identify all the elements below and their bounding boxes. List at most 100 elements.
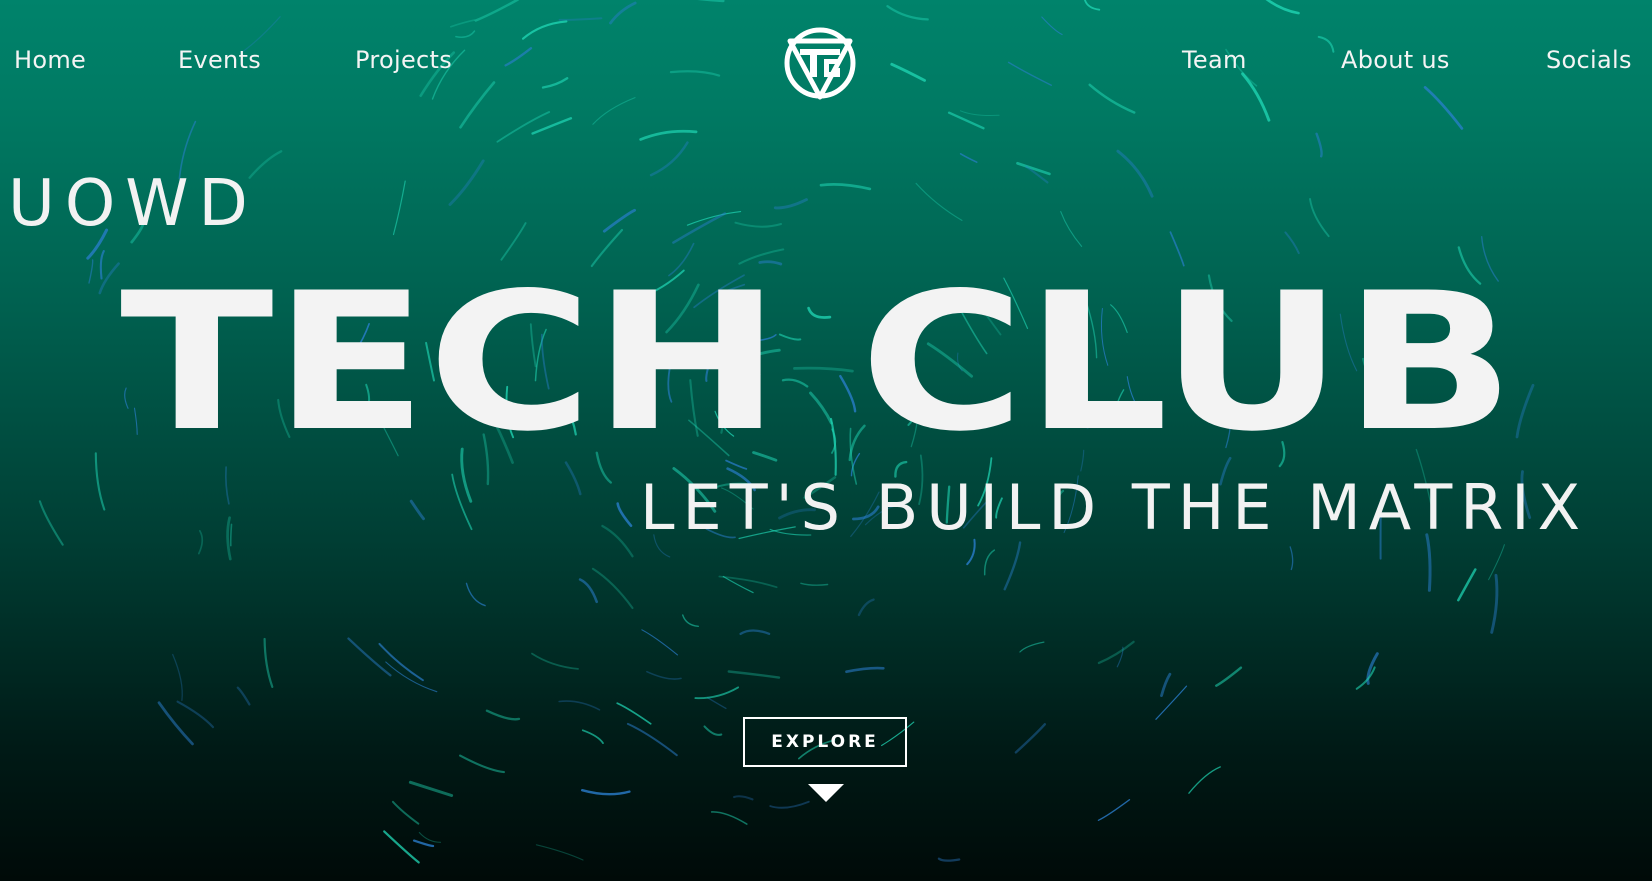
light-streak [459,754,505,774]
light-streak [959,153,978,163]
light-streak [88,259,94,284]
light-streak [718,575,778,589]
light-streak [725,459,748,470]
light-streak [641,629,679,656]
light-streak [857,598,875,617]
hero-section: Home Events Projects Team About us Socia… [0,0,1652,881]
light-streak [226,516,232,561]
light-streak [392,180,406,236]
light-streak [578,578,598,604]
light-streak [1366,652,1379,685]
light-streak [1309,197,1330,238]
light-streak [465,582,486,607]
nav-about-link[interactable]: About us [1341,46,1450,74]
hero-prefix: UOWD [8,167,258,241]
light-streak [649,141,689,177]
light-streak [1019,641,1045,653]
light-streak [710,811,748,825]
hero-title: TECH CLUB [120,258,1515,448]
light-streak [157,701,194,746]
light-streak [727,670,781,679]
light-streak [197,529,204,555]
light-streak [626,722,678,757]
light-streak [496,111,551,143]
light-streak [1080,449,1085,472]
light-streak [646,670,682,680]
light-streak [460,447,473,503]
light-streak [504,47,533,67]
light-streak [1097,799,1131,821]
light-streak [1317,35,1335,53]
light-streak [639,129,698,141]
light-streak [1003,541,1022,591]
light-streak [172,653,183,701]
light-streak [455,30,476,38]
light-streak [669,70,721,77]
light-streak [609,1,637,25]
light-streak [229,523,233,547]
light-streak [236,686,251,706]
light-streak [703,725,723,736]
light-streak [1160,672,1172,697]
light-streak [1041,16,1063,36]
light-streak [937,857,961,862]
light-streak [890,62,926,82]
light-streak [800,582,829,586]
triangle-down-icon[interactable] [808,784,844,802]
nav-team-link[interactable]: Team [1182,46,1247,74]
light-streak [1457,568,1477,602]
light-streak [412,839,435,848]
light-streak [733,795,754,801]
light-streak [409,499,425,521]
light-streak [263,637,274,688]
light-streak [592,97,636,125]
light-streak [98,262,120,295]
light-streak [347,637,392,677]
light-streak [769,800,810,809]
light-streak [739,629,771,636]
light-streak [1116,149,1154,198]
light-streak [385,661,438,693]
light-streak [915,182,963,221]
light-streak [531,652,579,670]
light-streak [734,221,782,228]
light-streak [224,466,230,505]
tech-club-logo-icon[interactable] [780,23,860,101]
nav-home-link[interactable]: Home [14,46,86,74]
light-streak [1284,231,1300,255]
light-streak [752,451,778,462]
light-streak [1490,573,1499,634]
light-streak [564,461,582,496]
light-streak [1241,72,1271,122]
light-streak [1423,86,1464,130]
light-streak [558,700,601,711]
light-streak [886,5,929,21]
light-streak [451,473,473,531]
light-streak [535,844,584,861]
light-streak [672,212,727,244]
light-streak [474,0,519,22]
light-streak [616,702,652,725]
light-streak [773,198,808,210]
nav-events-link[interactable]: Events [178,46,261,74]
light-streak [485,709,521,721]
explore-button[interactable]: EXPLORE [743,717,907,767]
nav-socials-link[interactable]: Socials [1546,46,1632,74]
light-streak [1315,132,1323,158]
light-streak [99,250,105,280]
light-streak [983,549,996,576]
light-streak [391,800,420,825]
hero-tagline: LET'S BUILD THE MATRIX [640,471,1589,544]
light-streak [448,159,485,206]
light-streak [1060,211,1083,247]
light-streak [682,614,699,627]
light-streak [616,502,633,527]
light-streak [581,729,604,744]
light-streak [558,17,603,21]
light-streak [383,830,420,864]
light-streak [1097,640,1135,665]
light-streak [531,117,573,135]
light-streak [845,666,885,674]
light-streak [602,208,636,233]
nav-projects-link[interactable]: Projects [355,46,452,74]
